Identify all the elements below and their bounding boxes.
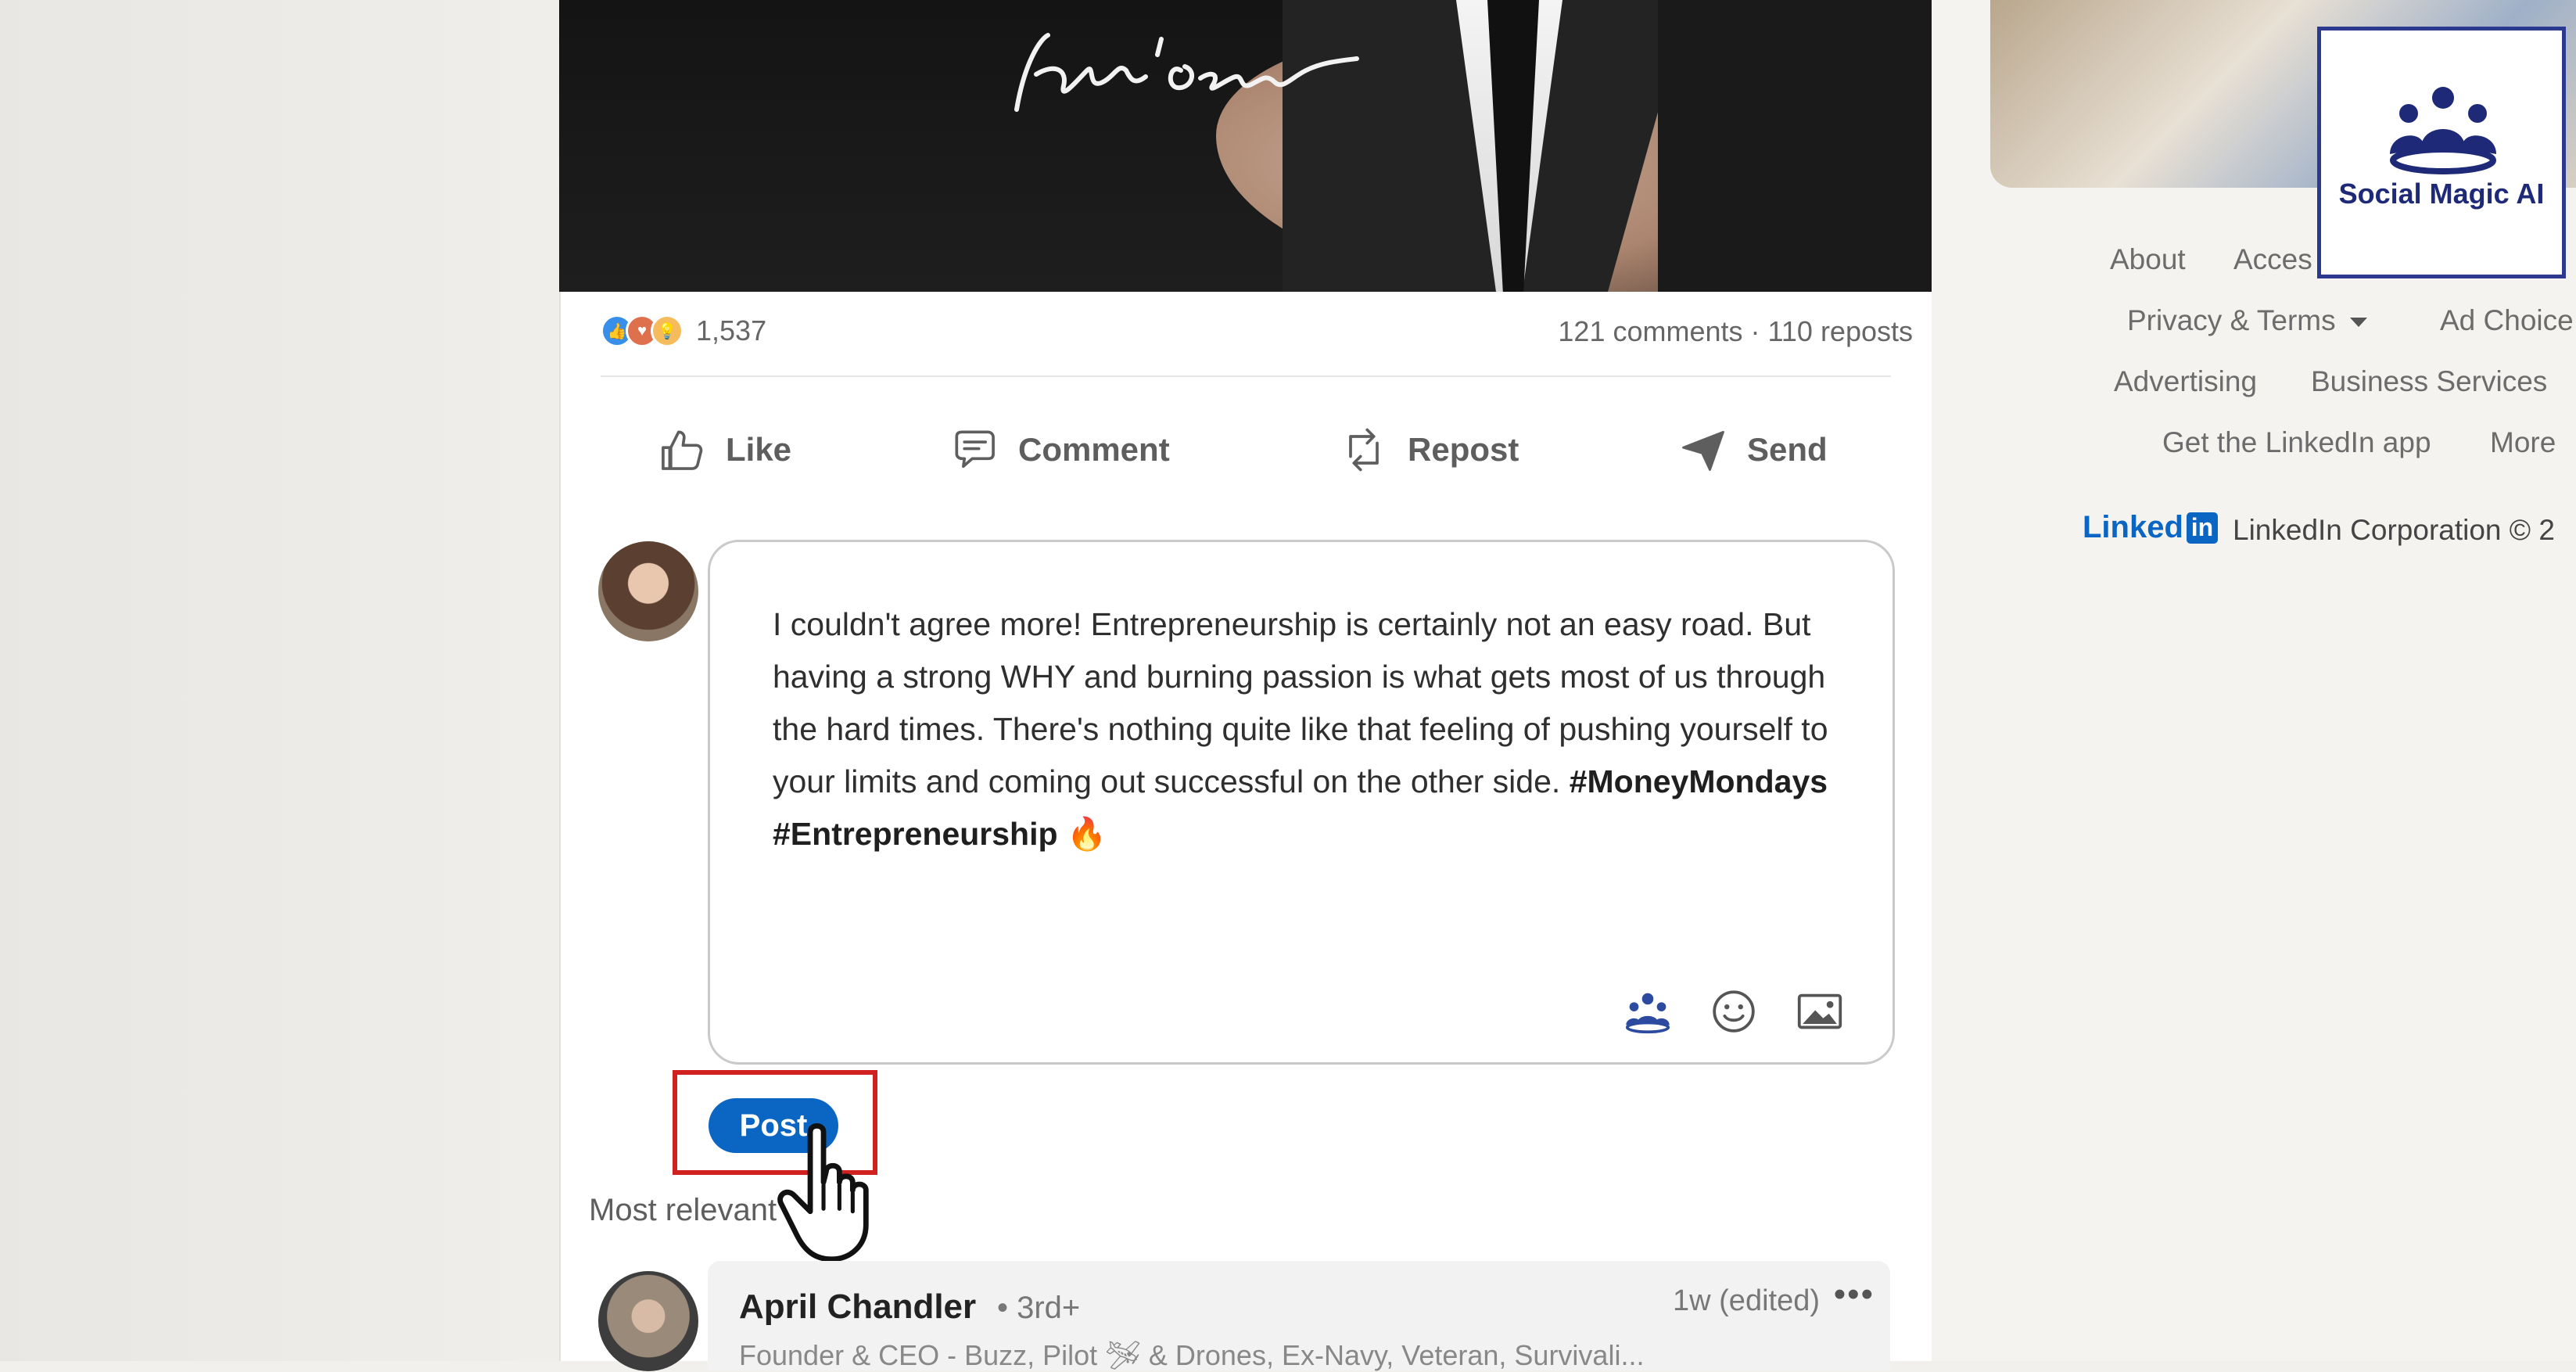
linkedin-in-icon: in [2186, 512, 2218, 544]
image-icon[interactable] [1792, 984, 1847, 1039]
commenter-avatar[interactable] [598, 1271, 698, 1371]
commenter-name[interactable]: April Chandler [739, 1288, 976, 1327]
connection-degree: • 3rd+ [997, 1291, 1081, 1325]
comment-timestamp: 1w (edited) [1673, 1284, 1820, 1317]
reactions-summary[interactable]: 👍 ♥ 💡 1,537 [601, 314, 766, 347]
repost-label: Repost [1408, 431, 1519, 468]
footer-link-about[interactable]: About [2110, 243, 2186, 276]
current-user-avatar[interactable] [598, 541, 698, 641]
more-options-button[interactable]: ••• [1834, 1275, 1875, 1314]
divider [601, 375, 1891, 377]
like-label: Like [726, 431, 792, 468]
comments-sort-dropdown[interactable]: Most relevant [589, 1193, 777, 1228]
comment-icon [955, 430, 995, 469]
footer-link-get-app[interactable]: Get the LinkedIn app [2162, 426, 2431, 459]
repost-button[interactable]: Repost [1337, 418, 1519, 481]
signature-image [1014, 33, 1359, 112]
send-icon [1682, 430, 1724, 471]
comment-input[interactable]: I couldn't agree more! Entrepreneurship … [773, 598, 1836, 860]
footer-link-accessibility[interactable]: Acces [2233, 243, 2312, 276]
comments-count-link[interactable]: 121 comments [1558, 315, 1742, 347]
commenter-headline: Founder & CEO - Buzz, Pilot 🛩 & Drones, … [739, 1339, 1645, 1371]
footer-link-more[interactable]: More [2490, 426, 2556, 459]
footer-link-advertising[interactable]: Advertising [2114, 365, 2257, 398]
comment-label: Comment [1018, 431, 1170, 468]
chevron-down-icon [2349, 318, 2367, 328]
footer-link-business-services[interactable]: Business Services [2311, 365, 2547, 398]
privacy-terms-label: Privacy & Terms [2127, 304, 2336, 336]
fire-emoji: 🔥 [1066, 816, 1107, 852]
reaction-count: 1,537 [696, 314, 767, 347]
social-magic-ai-watermark: Social Magic AI [2317, 27, 2566, 278]
suit-shape-right [1658, 0, 1932, 292]
pointer-hand-icon [777, 1122, 869, 1262]
watermark-text: Social Magic AI [2338, 178, 2545, 210]
send-button[interactable]: Send [1677, 418, 1828, 481]
linkedin-logo: Linked in [2083, 510, 2218, 545]
comment-composer[interactable]: I couldn't agree more! Entrepreneurship … [708, 540, 1895, 1065]
repost-icon [1349, 428, 1379, 472]
social-magic-logo-icon [2390, 87, 2496, 174]
hashtag-entrepreneurship[interactable]: #Entrepreneurship [773, 816, 1058, 852]
linkedin-wordmark: Linked [2083, 510, 2183, 544]
reposts-count-link[interactable]: 110 reposts [1768, 315, 1913, 347]
mention-group-icon[interactable] [1620, 984, 1675, 1039]
post-stats: 121 comments · 110 reposts [1558, 315, 1913, 348]
composer-toolbar [1620, 984, 1847, 1039]
stats-separator: · [1750, 315, 1760, 347]
send-label: Send [1747, 431, 1828, 468]
left-background [0, 0, 559, 1361]
emoji-icon[interactable] [1706, 984, 1761, 1039]
footer-link-ad-choices[interactable]: Ad Choice [2440, 304, 2574, 337]
hashtag-money-mondays[interactable]: #MoneyMondays [1570, 763, 1828, 799]
like-button[interactable]: Like [655, 418, 791, 481]
comment-button[interactable]: Comment [948, 418, 1170, 481]
footer-link-privacy-terms[interactable]: Privacy & Terms [2127, 304, 2367, 337]
comment-card: April Chandler • 3rd+ 1w (edited) ••• Fo… [708, 1261, 1890, 1371]
insightful-reaction-icon: 💡 [651, 314, 683, 347]
thumb-up-icon [662, 430, 703, 470]
copyright-text: LinkedIn Corporation © 2 [2233, 514, 2555, 546]
